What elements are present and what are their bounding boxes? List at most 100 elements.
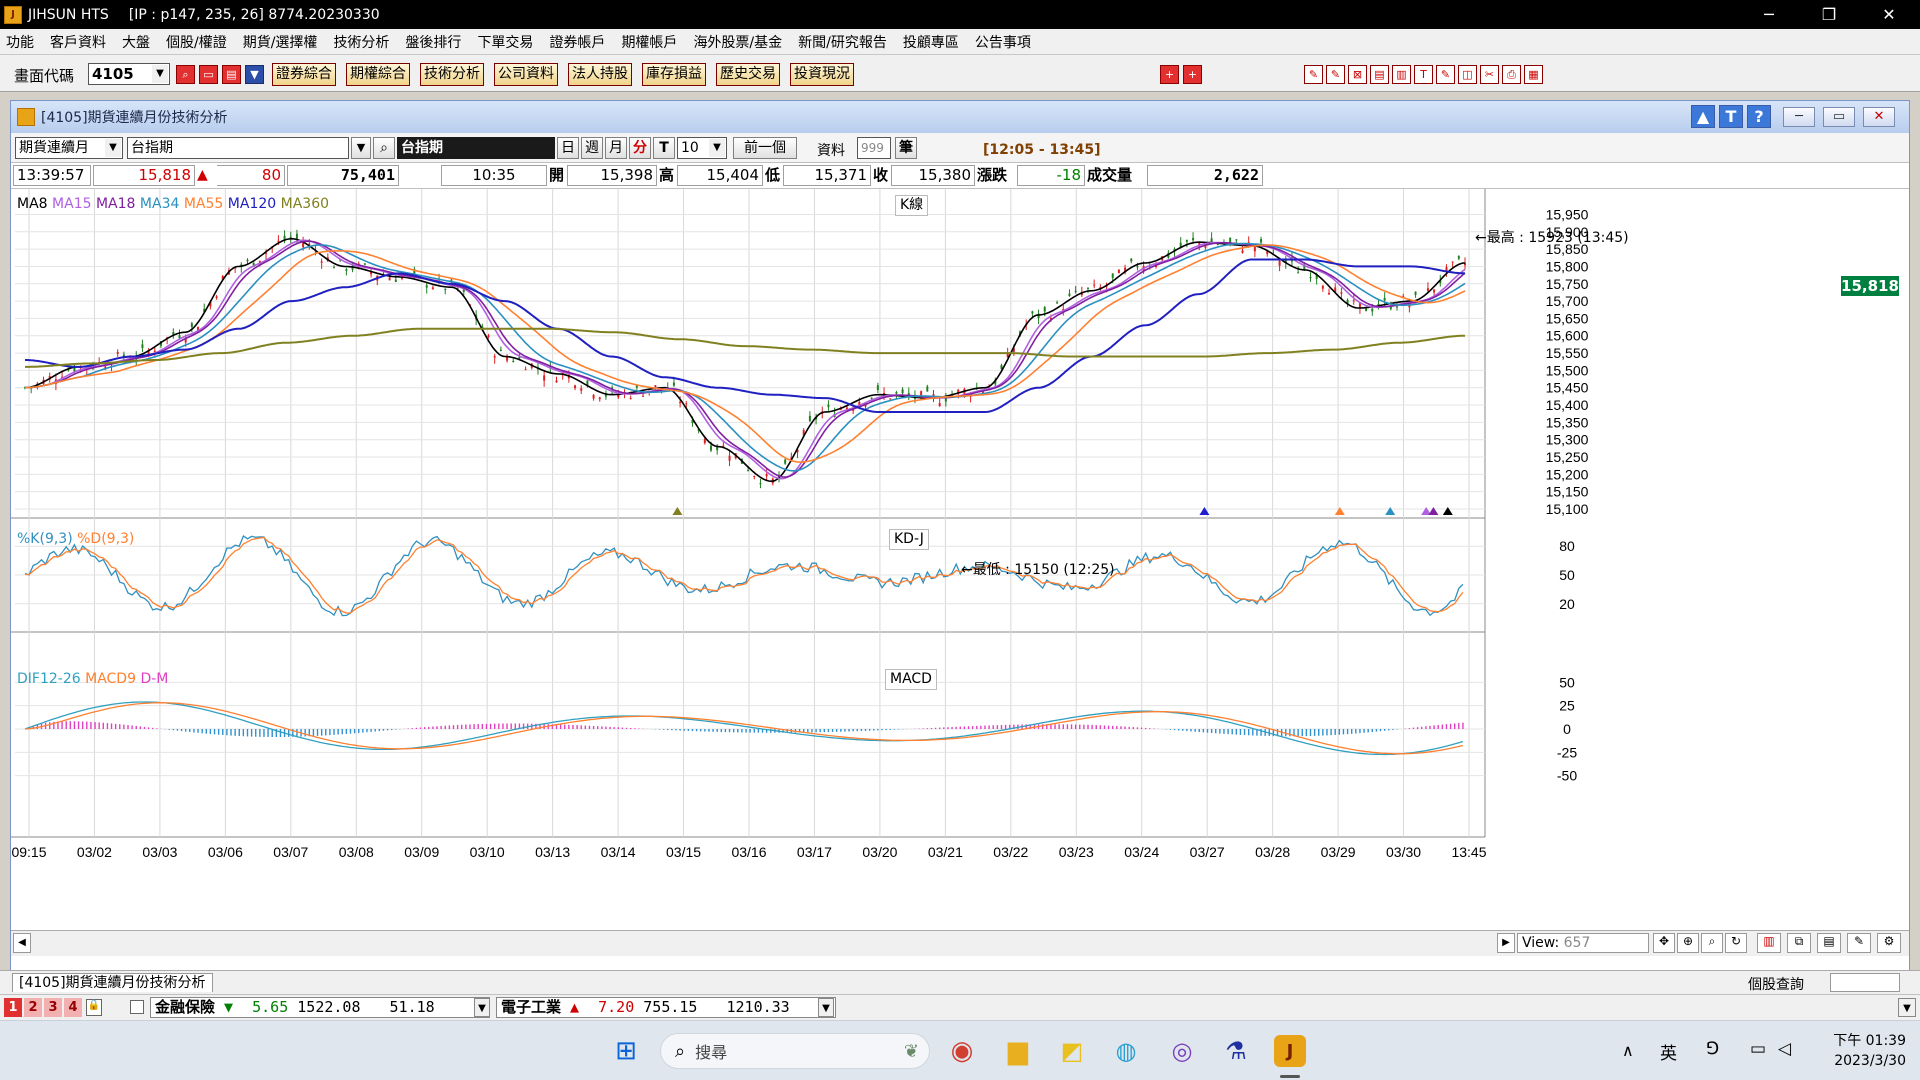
menu-item-announce[interactable]: 公告事項 (975, 32, 1031, 52)
menu-item-sec-account[interactable]: 證券帳戶 (549, 32, 605, 52)
tool-icon-4[interactable]: ▤ (1370, 65, 1389, 84)
menu-item-function[interactable]: 功能 (6, 32, 34, 52)
ticker2-dropdown-icon[interactable]: ▼ (818, 998, 834, 1017)
layout-icon[interactable]: ▤ (1817, 933, 1841, 953)
prev-button[interactable]: 前一個 (733, 137, 797, 159)
indicator-icon[interactable]: ▥ (1757, 933, 1781, 953)
symbol-dropdown-icon[interactable]: ▼ (351, 137, 371, 159)
chart-area[interactable]: 09:15 03/02 03/03 03/06 03/07 03/08 03/09 03/10… (11, 189, 1909, 931)
search-icon[interactable]: ⌕ (176, 65, 195, 84)
ime-mode-icon[interactable]: ⅁ (1706, 1039, 1719, 1059)
jihsun-taskbar-icon[interactable]: J (1274, 1035, 1306, 1067)
settings-gear-icon[interactable]: ⚙ (1877, 933, 1901, 953)
sticky-notes-icon[interactable]: ◩ (1056, 1035, 1088, 1067)
buy-icon[interactable]: + (1160, 65, 1179, 84)
horizontal-scrollbar[interactable]: ◀ ▶ View: 657 ✥ ⊕ ⌕ ↻ ▥ ⧉ ▤ ✎ ⚙ (11, 930, 1909, 956)
symbol-input[interactable]: 台指期 (127, 137, 349, 159)
ime-indicator[interactable]: 英 (1660, 1039, 1677, 1064)
technical-chart[interactable]: 09:15 03/02 03/03 03/06 03/07 03/08 03/09 03/10… (11, 189, 1909, 931)
tool-icon-3[interactable]: ⊠ (1348, 65, 1367, 84)
close-button[interactable]: ✕ (1866, 0, 1912, 29)
tab-2-button[interactable]: 2 (24, 998, 42, 1017)
chevron-up-icon[interactable]: ∧ (1622, 1041, 1634, 1060)
technical-button[interactable]: 技術分析 (420, 63, 484, 86)
tab-3-button[interactable]: 3 (44, 998, 62, 1017)
period-tick-button[interactable]: T (653, 137, 675, 159)
period-day-button[interactable]: 日 (557, 137, 579, 159)
minimize-button[interactable]: ─ (1746, 0, 1792, 29)
inventory-button[interactable]: 庫存損益 (642, 63, 706, 86)
windows-start-icon[interactable]: ⊞ (610, 1035, 642, 1067)
draw-icon[interactable]: ✎ (1847, 933, 1871, 953)
clock[interactable]: 下午 01:39 2023/3/30 (1816, 1031, 1906, 1071)
copy-icon[interactable]: ⧉ (1787, 933, 1811, 953)
company-button[interactable]: 公司資料 (494, 63, 558, 86)
period-minute-button[interactable]: 分 (629, 137, 651, 159)
tab-1-button[interactable]: 1 (4, 998, 22, 1017)
app-icon-flask[interactable]: ⚗ (1220, 1035, 1252, 1067)
file-explorer-icon[interactable]: ▆ (1002, 1035, 1034, 1067)
child-minimize-button[interactable]: ─ (1783, 107, 1815, 127)
arrow-up-icon[interactable]: ▲ (1691, 105, 1715, 128)
tool-icon-1[interactable]: ✎ (1304, 65, 1323, 84)
period-week-button[interactable]: 週 (581, 137, 603, 159)
app-icon-globe[interactable]: ◍ (1110, 1035, 1142, 1067)
scroll-right-icon[interactable]: ▶ (1497, 933, 1515, 953)
text-icon[interactable]: T (1719, 105, 1743, 128)
folder-icon[interactable]: ▭ (199, 65, 218, 84)
tool-icon-7[interactable]: ✎ (1436, 65, 1455, 84)
interval-select[interactable]: 10 ▼ (677, 137, 727, 159)
menu-item-futures[interactable]: 期貨/選擇權 (243, 32, 318, 52)
ticker-checkbox[interactable] (130, 1000, 144, 1014)
symbol-search-icon[interactable]: ⌕ (373, 137, 395, 159)
sell-icon[interactable]: + (1183, 65, 1202, 84)
period-month-button[interactable]: 月 (605, 137, 627, 159)
scroll-left-icon[interactable]: ◀ (13, 933, 31, 953)
code-dropdown-icon[interactable]: ▼ (152, 65, 168, 83)
data-unit-button[interactable]: 筆 (895, 137, 917, 159)
taskbar-search[interactable]: ⌕ 搜尋 ❦ (660, 1033, 930, 1069)
print-icon[interactable]: ⎙ (1502, 65, 1521, 84)
menu-item-overseas[interactable]: 海外股票/基金 (693, 32, 782, 52)
code-input[interactable]: 4105 ▼ (88, 63, 170, 85)
tool-icon-2[interactable]: ✎ (1326, 65, 1345, 84)
menu-item-ranking[interactable]: 盤後排行 (405, 32, 461, 52)
refresh-icon[interactable]: ↻ (1725, 933, 1747, 953)
chrome-icon[interactable]: ◉ (946, 1035, 978, 1067)
volume-icon[interactable]: ◁ (1778, 1039, 1791, 1059)
menu-item-stocks[interactable]: 個股/權證 (166, 32, 227, 52)
futopt-summary-button[interactable]: 期權綜合 (346, 63, 410, 86)
menu-item-technical[interactable]: 技術分析 (333, 32, 389, 52)
tool-icon-9[interactable]: ✂ (1480, 65, 1499, 84)
stock-query-input[interactable] (1830, 973, 1900, 992)
restore-button[interactable]: ❐ (1806, 0, 1852, 29)
lock-icon[interactable]: 🔒 (86, 999, 102, 1016)
menu-item-order[interactable]: 下單交易 (477, 32, 533, 52)
app-icon-circle[interactable]: ◎ (1166, 1035, 1198, 1067)
tool-icon-8[interactable]: ◫ (1458, 65, 1477, 84)
zoom-icon[interactable]: ⊕ (1677, 933, 1699, 953)
chart-icon[interactable]: ▤ (222, 65, 241, 84)
help-icon[interactable]: ? (1747, 105, 1771, 128)
ticker1-dropdown-icon[interactable]: ▼ (474, 998, 490, 1017)
menu-item-customer[interactable]: 客戶資料 (50, 32, 106, 52)
tool-icon-11[interactable]: ▦ (1524, 65, 1543, 84)
network-icon[interactable]: ▭ (1750, 1039, 1766, 1059)
tool-icon-5[interactable]: ▥ (1392, 65, 1411, 84)
invest-status-button[interactable]: 投資現況 (790, 63, 854, 86)
history-button[interactable]: 歷史交易 (716, 63, 780, 86)
tool-icon-6[interactable]: T (1414, 65, 1433, 84)
institution-button[interactable]: 法人持股 (568, 63, 632, 86)
menu-item-news[interactable]: 新聞/研究報告 (798, 32, 887, 52)
tab-4-button[interactable]: 4 (64, 998, 82, 1017)
status-dropdown-icon[interactable]: ▼ (1898, 998, 1916, 1017)
data-count-input[interactable]: 999 (857, 137, 891, 159)
window-tab[interactable]: [4105]期貨連續月份技術分析 (12, 973, 213, 992)
child-close-button[interactable]: ✕ (1863, 107, 1895, 127)
child-restore-button[interactable]: ▭ (1823, 107, 1855, 127)
magnify-icon[interactable]: ⌕ (1701, 933, 1723, 953)
menu-item-market[interactable]: 大盤 (122, 32, 150, 52)
pan-icon[interactable]: ✥ (1653, 933, 1675, 953)
sec-summary-button[interactable]: 證券綜合 (272, 63, 336, 86)
dropdown-icon[interactable]: ▼ (245, 65, 264, 84)
